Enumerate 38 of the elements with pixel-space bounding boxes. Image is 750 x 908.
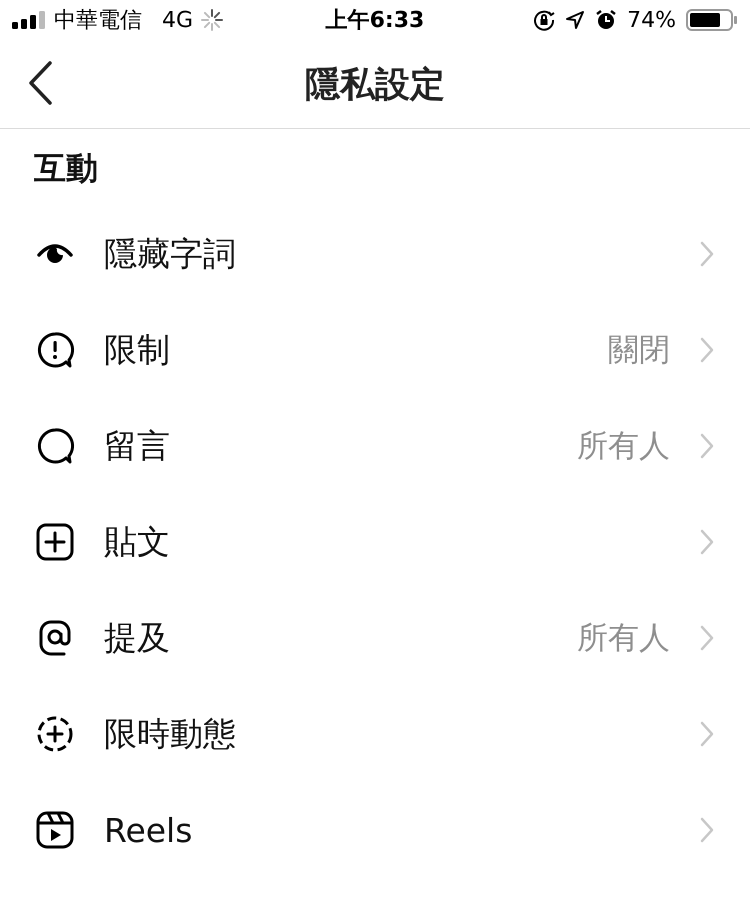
settings-row[interactable]: Reels <box>0 782 750 878</box>
setting-label: 提及 <box>104 616 170 658</box>
plus-square-icon <box>34 521 76 563</box>
location-icon <box>565 10 586 30</box>
carrier-name: 中華電信 <box>54 7 142 35</box>
settings-row[interactable]: 限時動態 <box>0 686 750 782</box>
setting-label: 貼文 <box>104 520 170 562</box>
setting-label: 限制 <box>104 328 170 370</box>
network-type: 4G <box>162 8 194 32</box>
setting-label: 限時動態 <box>104 712 236 754</box>
settings-row[interactable]: 貼文 <box>0 494 750 590</box>
setting-label: 隱藏字詞 <box>104 232 236 274</box>
reels-icon <box>34 809 76 851</box>
chevron-right-icon <box>700 625 714 651</box>
alarm-icon <box>595 9 618 31</box>
setting-label: 留言 <box>104 424 170 466</box>
settings-row[interactable]: 隱藏字詞 <box>0 206 750 302</box>
setting-value: 所有人 <box>577 427 670 466</box>
chevron-right-icon <box>700 241 714 267</box>
settings-row[interactable]: 提及 所有人 <box>0 590 750 686</box>
battery-icon <box>686 8 738 32</box>
section-title: 互動 <box>33 148 99 189</box>
signal-icon <box>12 11 46 29</box>
setting-label: Reels <box>104 810 192 850</box>
loading-icon <box>201 9 224 31</box>
chevron-right-icon <box>700 721 714 747</box>
setting-value: 關閉 <box>608 331 670 370</box>
battery-percentage: 74% <box>627 8 676 32</box>
clock-time: 上午6:33 <box>326 8 424 33</box>
chevron-right-icon <box>700 529 714 555</box>
chevron-right-icon <box>700 817 714 843</box>
page-title: 隱私設定 <box>305 64 445 106</box>
chevron-right-icon <box>700 337 714 363</box>
settings-row[interactable]: 留言 所有人 <box>0 398 750 494</box>
settings-row[interactable]: 限制 關閉 <box>0 302 750 398</box>
setting-value: 所有人 <box>577 619 670 658</box>
chevron-right-icon <box>700 433 714 459</box>
rotation-lock-icon <box>533 9 556 31</box>
